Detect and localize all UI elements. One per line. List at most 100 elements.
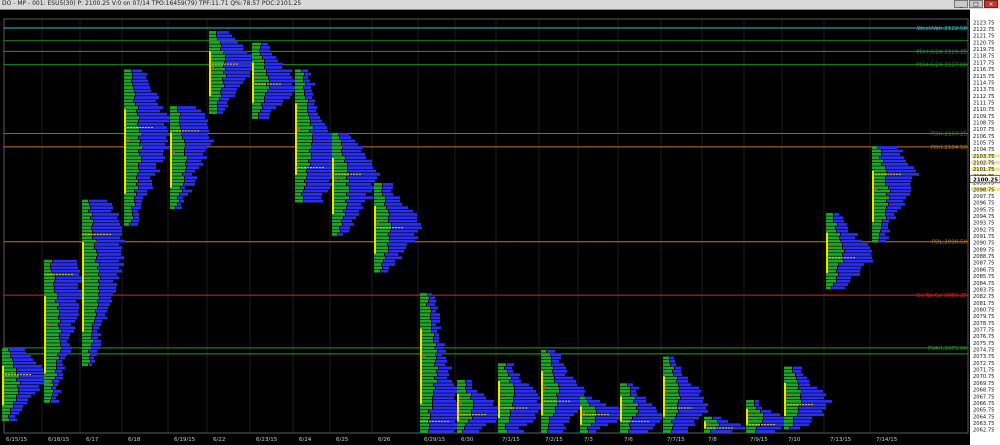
tpo-bar <box>746 420 762 423</box>
y-tick-label: 2084.75 <box>973 281 994 287</box>
tpo-bar <box>872 169 886 173</box>
volume-bar <box>347 193 366 196</box>
volume-bar <box>720 423 741 427</box>
volume-bar <box>265 96 290 99</box>
volume-bar <box>304 86 311 89</box>
x-tick-label: 7/9/15 <box>750 437 768 443</box>
volume-bar <box>639 410 657 413</box>
volume-bar <box>834 213 839 216</box>
tpo-bar <box>620 430 628 433</box>
tpo-bar <box>826 259 843 263</box>
tpo-bar <box>170 159 186 163</box>
volume-bar <box>302 69 308 73</box>
volume-bar <box>13 358 33 362</box>
volume-bar <box>93 329 97 333</box>
tpo-bar <box>746 426 756 430</box>
tpo-bar <box>82 229 92 233</box>
tpo-bar <box>124 99 133 103</box>
tpo-bar <box>82 266 97 270</box>
tpo-bar <box>541 383 558 387</box>
volume-bar <box>58 306 79 310</box>
volume-bar <box>139 119 169 123</box>
volume-bar <box>347 176 377 180</box>
level-label: PDL:2090.50 <box>932 240 968 246</box>
volume-bar <box>222 94 235 98</box>
tpo-bar <box>209 61 224 64</box>
volume-bar <box>11 354 31 358</box>
volume-bar <box>678 403 708 407</box>
tpo-bar <box>332 142 341 146</box>
tpo-bar <box>295 129 309 133</box>
volume-bar <box>307 169 333 173</box>
open-marker <box>623 404 625 407</box>
volume-bar <box>99 286 116 290</box>
tpo-bar <box>663 383 678 387</box>
y-tick-label: 2086.75 <box>973 267 994 273</box>
volume-bar <box>99 303 110 306</box>
tpo-bar <box>82 236 92 240</box>
volume-bar <box>142 156 165 160</box>
volume-bar <box>223 77 245 81</box>
tpo-bar <box>420 293 427 296</box>
volume-bar <box>92 346 100 350</box>
tpo-bar <box>663 363 670 367</box>
volume-bar <box>17 395 31 398</box>
x-tick-label: 7/14/15 <box>876 437 898 443</box>
volume-bar <box>387 206 408 210</box>
tpo-bar <box>420 316 430 320</box>
tpo-bar <box>704 423 719 427</box>
tpo-bar <box>44 389 53 393</box>
minimize-button[interactable]: _ <box>954 0 968 8</box>
tpo-bar <box>295 89 304 93</box>
tpo-bar <box>2 415 8 418</box>
tpo-bar <box>124 76 132 79</box>
tpo-bar <box>2 354 10 358</box>
volume-bar <box>551 353 561 357</box>
tpo-bar <box>872 203 888 206</box>
volume-bar <box>549 426 566 430</box>
tpo-bar <box>457 383 466 387</box>
volume-bar <box>630 423 655 427</box>
volume-bar <box>794 420 811 423</box>
y-tick-label: 2078.75 <box>973 321 994 327</box>
tpo-bar <box>541 403 557 407</box>
volume-bar <box>793 369 801 373</box>
volume-bar <box>882 149 903 153</box>
volume-bar <box>510 416 536 420</box>
tpo-bar <box>44 316 58 320</box>
open-marker <box>5 379 7 382</box>
volume-bar <box>887 193 910 196</box>
volume-bar <box>140 116 170 119</box>
tpo-bar <box>580 396 585 400</box>
volume-bar <box>472 410 497 413</box>
volume-bar <box>187 159 201 163</box>
tpo-bar <box>124 89 134 93</box>
volume-bar <box>437 369 448 373</box>
volume-bar <box>588 426 600 430</box>
tpo-bar <box>826 286 831 290</box>
close-button[interactable]: × <box>984 0 998 8</box>
volume-bar <box>60 303 79 306</box>
volume-bar <box>100 263 124 266</box>
tpo-bar <box>826 233 840 236</box>
tpo-bar <box>124 223 129 226</box>
volume-bar <box>432 329 437 333</box>
volume-bar <box>180 193 188 196</box>
volume-bar <box>560 386 584 390</box>
volume-bar <box>680 393 699 397</box>
x-tick-label: 6/15/15 <box>6 437 28 443</box>
volume-bar <box>99 279 113 283</box>
volume-bar <box>434 389 457 393</box>
tpo-bar <box>209 111 217 114</box>
maximize-button[interactable]: □ <box>969 0 983 8</box>
tpo-bar <box>620 403 638 407</box>
volume-bar <box>429 430 454 433</box>
volume-bar <box>227 74 250 78</box>
volume-bar <box>560 389 585 393</box>
tpo-bar <box>746 413 763 417</box>
tpo-bar <box>332 166 347 170</box>
tpo-bar <box>295 193 301 196</box>
tpo-bar <box>82 199 88 203</box>
tpo-bar <box>82 359 90 363</box>
volume-bar <box>308 102 314 106</box>
